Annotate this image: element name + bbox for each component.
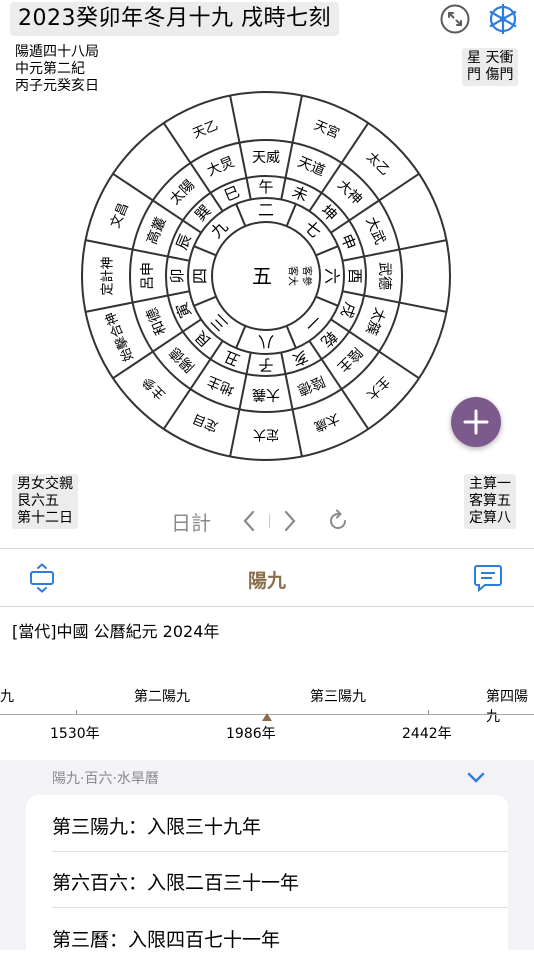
wheel-outer-label: 定目 — [191, 410, 221, 434]
wheel-god: 陽德 — [167, 344, 198, 375]
wheel-outer-label: 主大 — [363, 373, 392, 402]
wheel-outer-label: 天宮 — [312, 117, 342, 142]
wheel-outer-label: 定大 — [253, 427, 279, 442]
wheel-god: 大炅 — [205, 154, 237, 179]
wheel-inner-number: 四 — [191, 268, 210, 284]
add-button[interactable] — [451, 397, 501, 447]
refresh-icon[interactable] — [326, 509, 350, 533]
wheel-god: 和德 — [144, 305, 169, 337]
timeline-label: 陽九 — [0, 689, 14, 705]
wheel-spoke — [315, 245, 339, 257]
wheel-spoke — [235, 203, 247, 227]
timeline-year: 2442年 — [402, 726, 452, 742]
wheel-outer-label: 天乙 — [191, 118, 221, 142]
wheel-outer-label: 定計神 — [100, 256, 116, 295]
wheel-outer-label: 太歲 — [312, 410, 342, 434]
settings-wheel-icon[interactable] — [486, 2, 520, 36]
timeline-label: 第二陽九 — [134, 689, 190, 705]
bottom-right-box: 主算一 客算五 定算八 — [464, 474, 516, 529]
bottom-left-box: 男女交親 艮六五 第十二日 — [12, 474, 78, 529]
timeline-year: 1530年 — [50, 726, 100, 742]
wheel-god: 地主 — [205, 372, 237, 397]
wheel-god: 武德 — [376, 262, 392, 290]
wheel-spoke — [235, 325, 247, 349]
chat-icon[interactable] — [472, 562, 504, 594]
chevron-right-icon[interactable] — [282, 509, 298, 533]
list-separator — [52, 851, 508, 852]
wheel-outer-label: 主參 — [140, 373, 169, 402]
nav-divider — [269, 514, 270, 528]
wheel-spoke — [285, 203, 297, 227]
wheel-spoke — [193, 245, 217, 257]
wheel-spoke — [315, 295, 339, 307]
star-gate-box: 星 天衝 門 傷門 — [462, 48, 519, 86]
list-item[interactable]: 第三曆：入限四百七十一年 — [52, 925, 280, 952]
wheel-god: 天威 — [252, 150, 280, 166]
wheel-god: 大義 — [252, 386, 280, 403]
wheel-center-side: 客參 — [301, 266, 314, 286]
wheel-inner-number: 八 — [258, 333, 274, 352]
wheel-spoke — [285, 325, 297, 349]
wheel-center-side: 客大 — [287, 266, 300, 286]
list-item[interactable]: 第六百六：入限二百三十一年 — [52, 868, 299, 895]
wheel-spoke — [193, 295, 217, 307]
wheel-god: 高叢 — [143, 214, 169, 246]
divination-wheel[interactable]: 五客大 客參二七六一八三四九午 未坤申酉戌乾亥子丑艮寅卯辰巽巳天威 天道大神大武武德太… — [78, 88, 454, 464]
nav-controls: 日計 — [165, 505, 375, 537]
wheel-god: 大神 — [334, 177, 365, 208]
section-title: 陽九 — [247, 570, 286, 592]
timeline-year: 1986年 — [226, 726, 276, 742]
timeline-label: 第三陽九 — [310, 689, 366, 705]
collapse-icon[interactable] — [438, 2, 472, 36]
wheel-god: 陰主 — [334, 344, 365, 375]
timeline-marker-icon — [262, 713, 272, 721]
list-separator — [52, 907, 508, 908]
wheel-god: 天道 — [295, 154, 327, 179]
timeline-tick — [76, 710, 77, 715]
wheel-god: 呂申 — [140, 262, 156, 290]
era-label: [當代]中國 公曆紀元 2024年 — [12, 622, 220, 641]
list-section-header: 陽九·百六·水旱曆 — [52, 771, 159, 787]
plus-icon — [463, 409, 489, 435]
list-item[interactable]: 第三陽九：入限三十九年 — [52, 812, 261, 839]
chevron-left-icon[interactable] — [241, 509, 257, 533]
divider — [0, 548, 534, 549]
timeline[interactable]: 陽九 第二陽九 第三陽九 第四陽九 1530年 1986年 2442年 — [0, 680, 534, 750]
timeline-label: 第四陽九 — [486, 689, 528, 725]
wheel-branch: 酉 — [346, 268, 364, 283]
section-bar: 陽九 — [0, 550, 534, 606]
wheel-outer-label: 文昌 — [108, 201, 132, 231]
wheel-branch: 卯 — [168, 268, 186, 283]
wheel-god: 陰德 — [295, 372, 327, 397]
wheel-god: 太陽 — [167, 177, 198, 208]
divider — [0, 606, 534, 607]
mode-label[interactable]: 日計 — [171, 507, 211, 536]
timeline-tick — [428, 710, 429, 715]
wheel-center: 五 — [252, 264, 272, 288]
chevron-down-icon[interactable] — [466, 770, 486, 786]
wheel-god: 太簇 — [362, 305, 387, 337]
wheel-branch: 子 — [258, 356, 273, 374]
wheel-god: 大武 — [362, 215, 387, 247]
wheel-inner-number: 二 — [258, 201, 274, 220]
page-title: 2023癸卯年冬月十九 戌時七刻 — [10, 2, 339, 36]
wheel-inner-number: 六 — [323, 268, 342, 284]
wheel-outer-label: 始擊合神 — [102, 310, 137, 364]
wheel-branch: 午 — [258, 178, 273, 196]
wheel-outer-label: 太乙 — [363, 150, 392, 179]
